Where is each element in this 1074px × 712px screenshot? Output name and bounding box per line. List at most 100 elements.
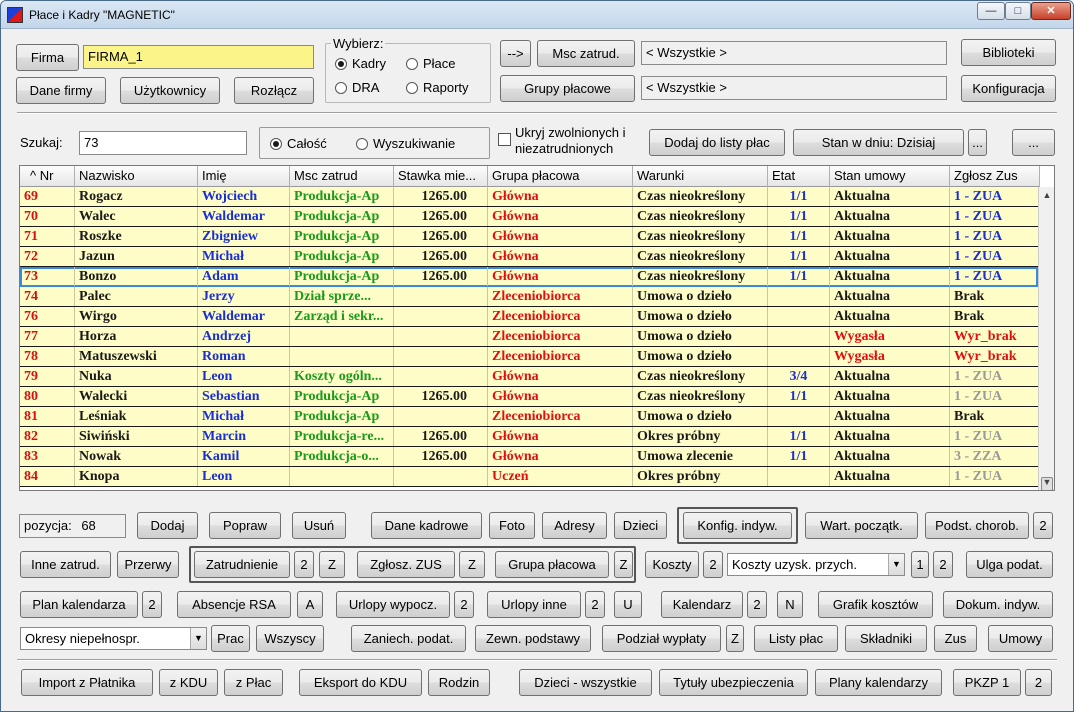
zglosz-zus-z-button[interactable]: Z bbox=[459, 551, 485, 578]
dodaj-button[interactable]: Dodaj bbox=[137, 512, 198, 539]
header-imie[interactable]: Imię bbox=[198, 166, 290, 187]
grid-scrollbar[interactable]: ▲ ▼ bbox=[1038, 187, 1054, 490]
koszty-1-button[interactable]: 1 bbox=[911, 551, 929, 578]
urlopy-inne-button[interactable]: Urlopy inne bbox=[487, 591, 581, 618]
stan-dots-button[interactable]: ... bbox=[968, 129, 987, 156]
foto-button[interactable]: Foto bbox=[489, 512, 535, 539]
import-z-platnika-button[interactable]: Import z Płatnika bbox=[21, 669, 153, 696]
koszty-2-button[interactable]: 2 bbox=[703, 551, 723, 578]
kalendarz-n-button[interactable]: N bbox=[777, 591, 803, 618]
ulga-podat-button[interactable]: Ulga podat. bbox=[966, 551, 1053, 578]
podzial-wyplaty-button[interactable]: Podział wypłaty bbox=[602, 625, 721, 652]
table-row[interactable]: 69 Rogacz Wojciech Produkcja-Ap 1265.00 Główn… bbox=[20, 187, 1040, 207]
rodzin-button[interactable]: Rodzin bbox=[428, 669, 490, 696]
arrow-button[interactable]: --> bbox=[500, 40, 531, 67]
listy-plac-button[interactable]: Listy płac bbox=[754, 625, 838, 652]
przerwy-button[interactable]: Przerwy bbox=[117, 551, 179, 578]
header-warunki[interactable]: Warunki bbox=[633, 166, 768, 187]
maximize-button[interactable]: □ bbox=[1005, 2, 1031, 20]
table-row[interactable]: 77 Horza Andrzej Zleceniobiorca Umowa o dzie… bbox=[20, 327, 1040, 347]
dokum-indyw-button[interactable]: Dokum. indyw. bbox=[943, 591, 1053, 618]
zatrudnienie-button[interactable]: Zatrudnienie bbox=[194, 551, 290, 578]
table-row[interactable]: 83 Nowak Kamil Produkcja-o... 1265.00 Główna U… bbox=[20, 447, 1040, 467]
grupy-placowe-button[interactable]: Grupy płacowe bbox=[500, 75, 635, 102]
table-row[interactable]: 80 Walecki Sebastian Produkcja-Ap 1265.00 Głó… bbox=[20, 387, 1040, 407]
header-msc-zatrud[interactable]: Msc zatrud bbox=[290, 166, 394, 187]
pkzp1-button[interactable]: PKZP 1 bbox=[953, 669, 1021, 696]
grafik-kosztow-button[interactable]: Grafik kosztów bbox=[818, 591, 933, 618]
wszyscy-button[interactable]: Wszyscy bbox=[256, 625, 324, 652]
msc-zatrud-button[interactable]: Msc zatrud. bbox=[537, 40, 635, 67]
zewn-podstawy-button[interactable]: Zewn. podstawy bbox=[475, 625, 591, 652]
zus-button[interactable]: Zus bbox=[934, 625, 977, 652]
firma-field[interactable]: FIRMA_1 bbox=[83, 45, 314, 69]
radio-dra[interactable] bbox=[335, 82, 347, 94]
absencje-rsa-button[interactable]: Absencje RSA bbox=[177, 591, 291, 618]
table-row[interactable]: 79 Nuka Leon Koszty ogóln... Główna Czas nieo… bbox=[20, 367, 1040, 387]
zaniech-podat-button[interactable]: Zaniech. podat. bbox=[351, 625, 466, 652]
header-stan-umowy[interactable]: Stan umowy bbox=[830, 166, 950, 187]
konfiguracja-button[interactable]: Konfiguracja bbox=[961, 75, 1056, 102]
okresy-combo[interactable]: Okresy niepełnospr. ▼ bbox=[20, 627, 207, 650]
table-row[interactable]: 73 Bonzo Adam Produkcja-Ap 1265.00 Główna Czas… bbox=[20, 267, 1040, 287]
koszty-button[interactable]: Koszty bbox=[645, 551, 699, 578]
adresy-button[interactable]: Adresy bbox=[542, 512, 607, 539]
radio-raporty[interactable] bbox=[406, 82, 418, 94]
podzial-z-button[interactable]: Z bbox=[726, 625, 744, 652]
table-row[interactable]: 72 Jazun Michał Produkcja-Ap 1265.00 Główna Cz… bbox=[20, 247, 1040, 267]
rozlacz-button[interactable]: Rozłącz bbox=[234, 77, 314, 104]
zatrudnienie-z-button[interactable]: Z bbox=[319, 551, 345, 578]
dzieci-wszystkie-button[interactable]: Dzieci - wszystkie bbox=[519, 669, 652, 696]
header-stawka[interactable]: Stawka mie... bbox=[394, 166, 488, 187]
close-button[interactable]: ✕ bbox=[1031, 2, 1071, 20]
table-row[interactable]: 84 Knopa Leon Uczeń Okres próbny Aktualna 1 - … bbox=[20, 467, 1040, 487]
urlopy-inne-2-button[interactable]: 2 bbox=[585, 591, 605, 618]
table-row[interactable]: 70 Walec Waldemar Produkcja-Ap 1265.00 Główna… bbox=[20, 207, 1040, 227]
search-input[interactable]: 73 bbox=[79, 131, 247, 155]
table-row[interactable]: 71 Roszke Zbigniew Produkcja-Ap 1265.00 Główn… bbox=[20, 227, 1040, 247]
z-kdu-button[interactable]: z KDU bbox=[159, 669, 218, 696]
table-row[interactable]: 78 Matuszewski Roman Zleceniobiorca Umowa o … bbox=[20, 347, 1040, 367]
more-dots-button[interactable]: ... bbox=[1012, 129, 1055, 156]
dane-kadrowe-button[interactable]: Dane kadrowe bbox=[371, 512, 482, 539]
grupa-placowa-z-button[interactable]: Z bbox=[614, 551, 633, 578]
kalendarz-2-button[interactable]: 2 bbox=[747, 591, 767, 618]
dodaj-do-listy-plac-button[interactable]: Dodaj do listy płac bbox=[649, 129, 785, 156]
plany-kalendarzy-button[interactable]: Plany kalendarzy bbox=[815, 669, 942, 696]
koszty-2b-button[interactable]: 2 bbox=[933, 551, 953, 578]
zglosz-zus-button[interactable]: Zgłosz. ZUS bbox=[357, 551, 455, 578]
prac-button[interactable]: Prac bbox=[211, 625, 250, 652]
radio-place[interactable] bbox=[406, 58, 418, 70]
podst-chorob-2-button[interactable]: 2 bbox=[1033, 512, 1053, 539]
scroll-up-icon[interactable]: ▲ bbox=[1039, 187, 1054, 203]
urlopy-wypocz-button[interactable]: Urlopy wypocz. bbox=[336, 591, 450, 618]
scroll-down-icon[interactable]: ▼ bbox=[1039, 474, 1054, 490]
z-plac-button[interactable]: z Płac bbox=[224, 669, 283, 696]
usun-button[interactable]: Usuń bbox=[292, 512, 346, 539]
radio-kadry[interactable] bbox=[335, 58, 347, 70]
umowy-button[interactable]: Umowy bbox=[988, 625, 1053, 652]
uzytkownicy-button[interactable]: Użytkownicy bbox=[120, 77, 220, 104]
grupa-placowa-button[interactable]: Grupa płacowa bbox=[495, 551, 609, 578]
pkzp-2-button[interactable]: 2 bbox=[1025, 669, 1052, 696]
table-row[interactable]: 81 Leśniak Michał Produkcja-Ap Zleceniobiorc… bbox=[20, 407, 1040, 427]
employee-grid[interactable]: ^ Nr Nazwisko Imię Msc zatrud Stawka mie... G… bbox=[19, 165, 1055, 491]
minimize-button[interactable]: — bbox=[977, 2, 1005, 20]
firma-button[interactable]: Firma bbox=[16, 44, 79, 71]
skladniki-button[interactable]: Składniki bbox=[845, 625, 927, 652]
dropdown-arrow-icon[interactable]: ▼ bbox=[888, 554, 904, 575]
koszty-uzysk-combo[interactable]: Koszty uzysk. przych. ▼ bbox=[727, 553, 905, 576]
header-nazwisko[interactable]: Nazwisko bbox=[75, 166, 198, 187]
urlopy-u-button[interactable]: U bbox=[614, 591, 642, 618]
dropdown-arrow-icon[interactable]: ▼ bbox=[190, 628, 206, 649]
eksport-do-kdu-button[interactable]: Eksport do KDU bbox=[299, 669, 422, 696]
podst-chorob-button[interactable]: Podst. chorob. bbox=[925, 512, 1029, 539]
dzieci-button[interactable]: Dzieci bbox=[614, 512, 667, 539]
table-row[interactable]: 76 Wirgo Waldemar Zarząd i sekr... Zleceniob… bbox=[20, 307, 1040, 327]
tytuly-ubezpieczenia-button[interactable]: Tytuły ubezpieczenia bbox=[659, 669, 808, 696]
urlopy-wypocz-2-button[interactable]: 2 bbox=[454, 591, 474, 618]
zatrudnienie-2-button[interactable]: 2 bbox=[294, 551, 314, 578]
absencje-a-button[interactable]: A bbox=[297, 591, 323, 618]
table-row[interactable]: 82 Siwiński Marcin Produkcja-re... 1265.00 Gł… bbox=[20, 427, 1040, 447]
popraw-button[interactable]: Popraw bbox=[209, 512, 281, 539]
